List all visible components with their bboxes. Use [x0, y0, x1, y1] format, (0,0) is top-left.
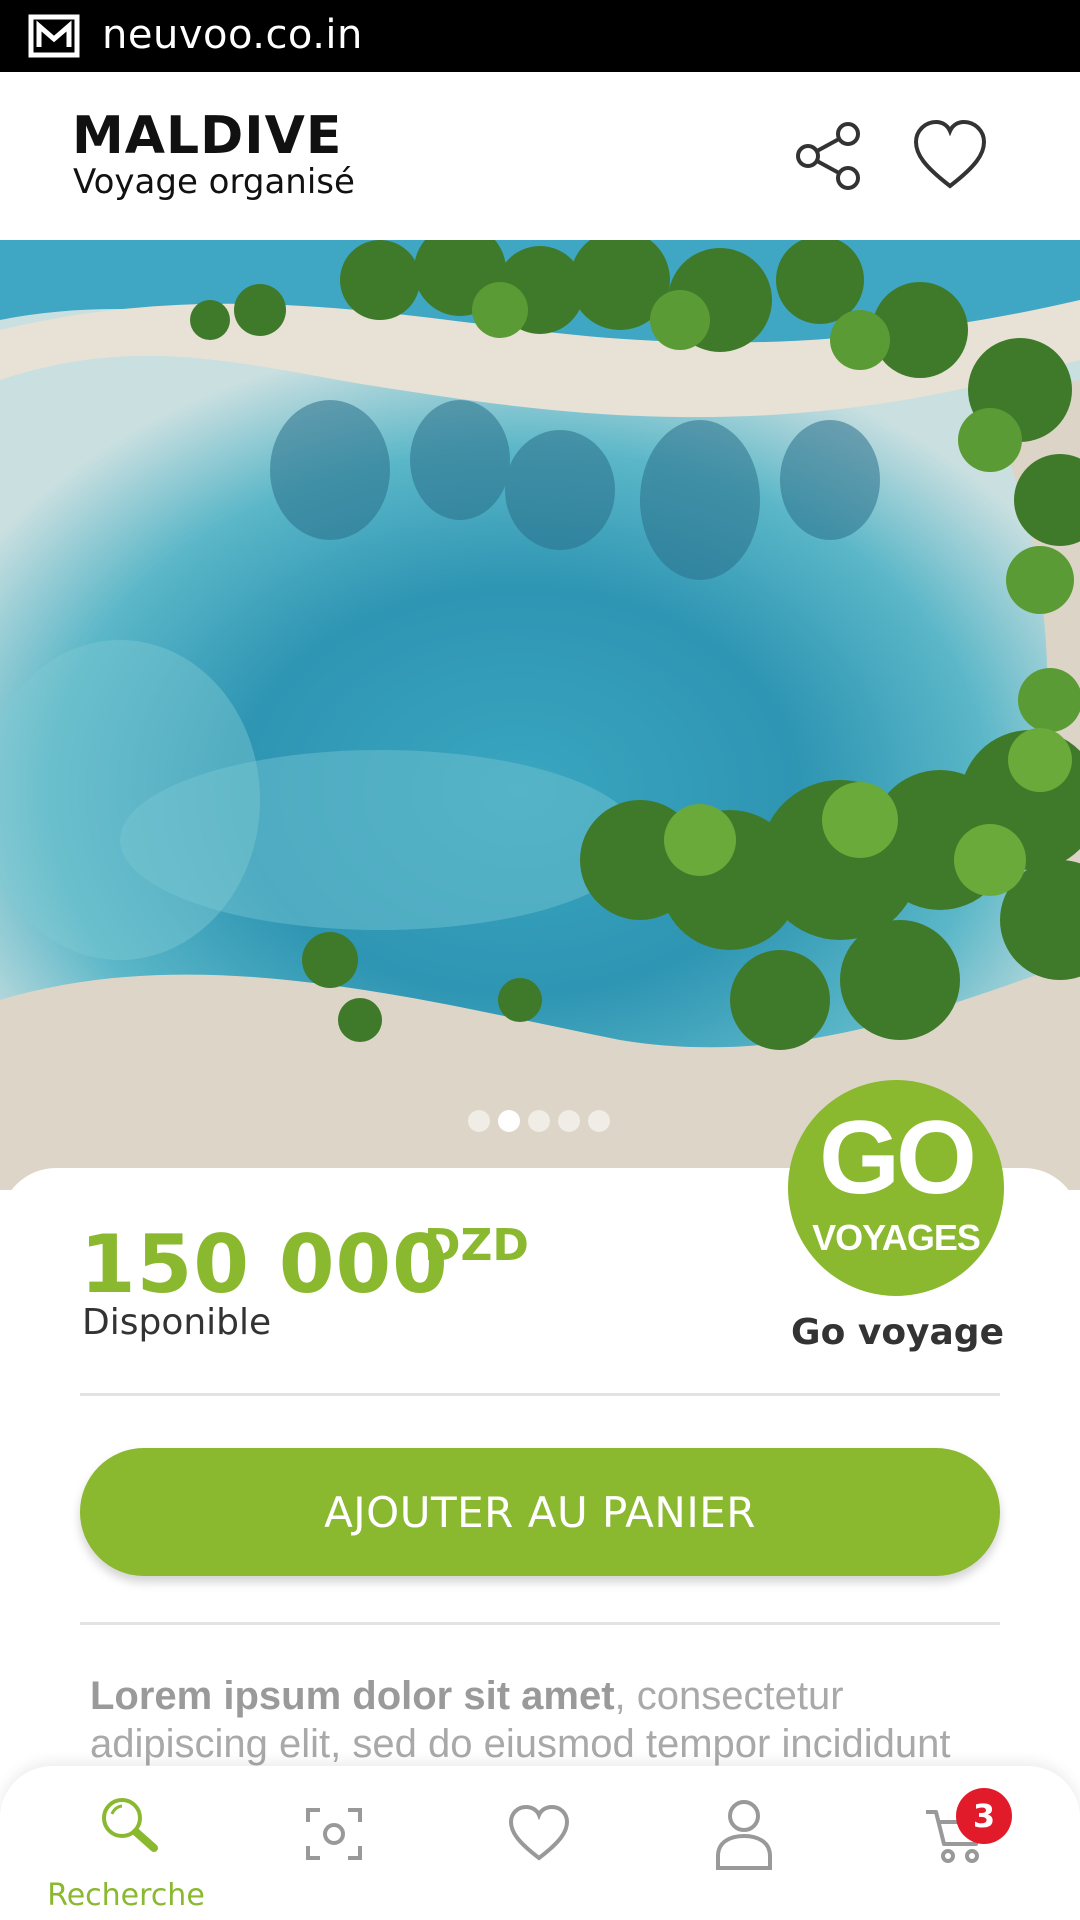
add-to-cart-button[interactable]: AJOUTER AU PANIER — [80, 1448, 1000, 1576]
bottom-navigation: Recherche — [0, 1766, 1080, 1920]
search-icon — [102, 1798, 158, 1852]
carousel-dot-active[interactable] — [498, 1110, 520, 1132]
price-currency: DZD — [424, 1220, 529, 1271]
carousel-dot[interactable] — [558, 1110, 580, 1132]
price-value: 150 000 — [80, 1218, 449, 1311]
share-button[interactable] — [790, 116, 870, 196]
header: MALDIVE Voyage organisé — [0, 72, 1080, 240]
status-bar: neuvoo.co.in — [0, 0, 1080, 72]
vendor-logo-top-text: GO — [819, 1100, 977, 1216]
nav-item-favorites[interactable] — [438, 1766, 638, 1920]
nav-item-search[interactable]: Recherche — [26, 1766, 226, 1920]
vendor-logo-bottom-text: VOYAGES — [812, 1217, 981, 1258]
nav-item-profile[interactable] — [644, 1766, 844, 1920]
cart-count-badge: 3 — [956, 1788, 1012, 1844]
divider — [80, 1622, 1000, 1625]
scan-icon — [306, 1808, 362, 1860]
vendor-name[interactable]: Go voyage — [770, 1312, 1004, 1353]
heart-icon — [913, 119, 987, 189]
status-site-text: neuvoo.co.in — [102, 12, 363, 58]
vendor-logo[interactable]: GO VOYAGES — [788, 1080, 1004, 1296]
page-subtitle: Voyage organisé — [73, 162, 355, 202]
nav-label-search: Recherche — [47, 1878, 205, 1913]
user-icon — [716, 1800, 772, 1870]
carousel-indicator[interactable] — [468, 1110, 610, 1132]
divider — [80, 1393, 1000, 1396]
carousel-dot[interactable] — [588, 1110, 610, 1132]
carousel-dot[interactable] — [468, 1110, 490, 1132]
availability-status: Disponible — [82, 1302, 272, 1343]
favorite-button[interactable] — [910, 116, 990, 196]
nav-item-scan[interactable] — [232, 1766, 432, 1920]
hero-image[interactable] — [0, 240, 1080, 1190]
page-title: MALDIVE — [72, 106, 343, 166]
carousel-dot[interactable] — [528, 1110, 550, 1132]
product-description: Lorem ipsum dolor sit amet, consectetur … — [90, 1672, 1010, 1768]
description-bold: Lorem ipsum dolor sit amet — [90, 1674, 615, 1718]
mail-icon — [28, 14, 80, 58]
nav-item-cart[interactable] — [850, 1766, 1050, 1920]
share-icon — [796, 122, 860, 190]
lagoon-illustration — [0, 240, 1080, 1190]
heart-icon — [508, 1804, 570, 1861]
